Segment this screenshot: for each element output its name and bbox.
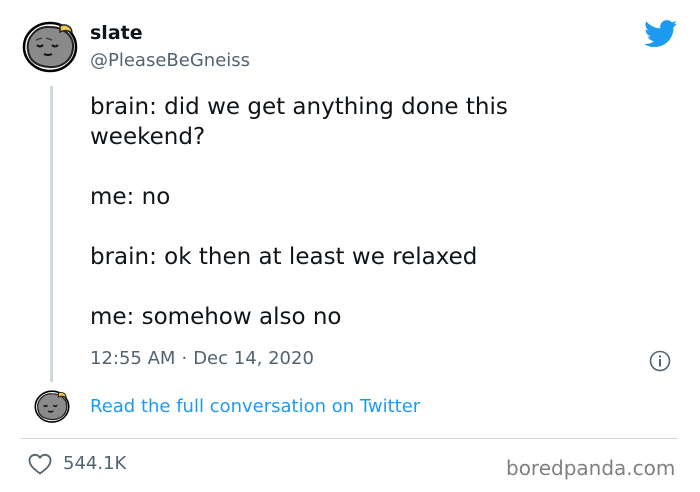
tweet-text: brain: did we get anything done this wee… — [90, 92, 610, 332]
tweet-embed-card: slate @PleaseBeGneiss brain: did we get … — [0, 0, 700, 492]
tweet-date: Dec 14, 2020 — [193, 348, 314, 369]
divider — [20, 438, 678, 439]
info-icon[interactable] — [649, 350, 671, 372]
author-handle[interactable]: @PleaseBeGneiss — [90, 50, 250, 71]
watermark: boredpanda.com — [506, 456, 676, 480]
tweet-paragraph: me: somehow also no — [90, 304, 342, 330]
twitter-bird-icon[interactable] — [644, 20, 678, 48]
meta-separator: · — [181, 348, 188, 369]
tweet-paragraph: brain: did we get anything done this wee… — [90, 94, 508, 150]
rock-avatar-icon[interactable] — [22, 18, 78, 74]
read-conversation-link[interactable]: Read the full conversation on Twitter — [90, 396, 420, 417]
tweet-paragraph: brain: ok then at least we relaxed — [90, 244, 478, 270]
tweet-timestamp[interactable]: 12:55 AM · Dec 14, 2020 — [90, 348, 314, 369]
heart-icon[interactable] — [28, 453, 52, 475]
rock-avatar-small-icon[interactable] — [34, 388, 70, 424]
author-name[interactable]: slate — [90, 22, 143, 44]
tweet-time: 12:55 AM — [90, 348, 176, 369]
tweet-paragraph: me: no — [90, 184, 171, 210]
thread-connector-line — [50, 86, 53, 382]
like-count: 544.1K — [63, 453, 127, 474]
